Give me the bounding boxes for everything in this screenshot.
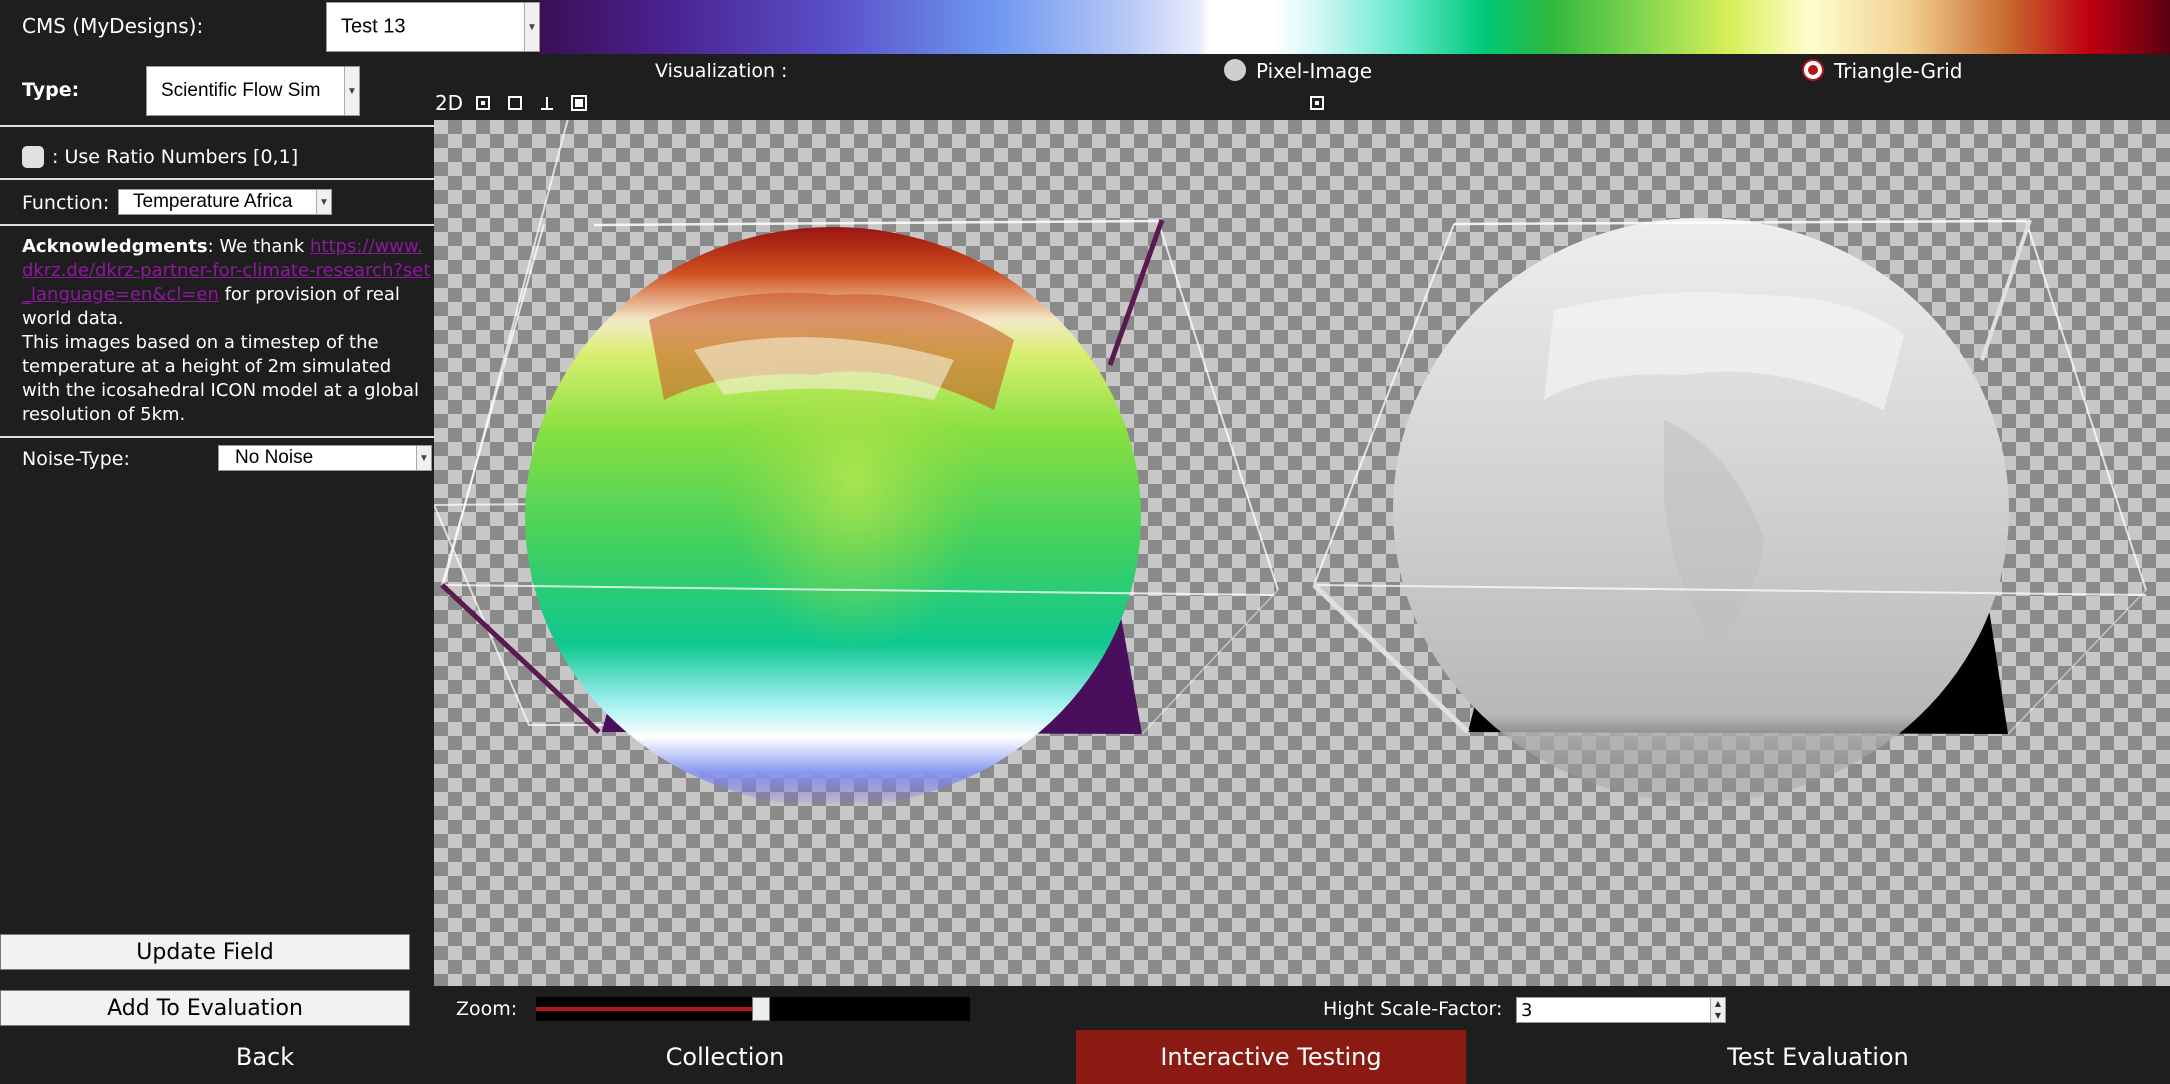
height-scale-label: Hight Scale-Factor: <box>1323 998 1503 1020</box>
zoom-label: Zoom: <box>456 998 518 1020</box>
function-select-value: Temperature Africa <box>133 191 293 212</box>
stepper-icon[interactable]: ▲ ▼ <box>1710 998 1725 1022</box>
chevron-down-icon: ▼ <box>416 446 431 470</box>
ratio-label: : Use Ratio Numbers [0,1] <box>52 146 299 168</box>
pixel-image-label: Pixel-Image <box>1256 59 1373 83</box>
noise-select-value: No Noise <box>235 447 314 468</box>
type-select[interactable]: Scientific Flow Sim ▼ <box>146 66 360 116</box>
nav-interactive-testing[interactable]: Interactive Testing <box>1076 1030 1466 1084</box>
colored-height-view <box>434 120 1279 807</box>
cms-select[interactable]: Test 13 ▼ <box>326 2 540 52</box>
chevron-down-icon: ▼ <box>344 67 359 115</box>
function-select[interactable]: Temperature Africa ▼ <box>118 189 332 215</box>
height-scale-input[interactable]: 3 ▲ ▼ <box>1516 997 1726 1023</box>
pixel-image-radio[interactable] <box>1224 59 1246 81</box>
acknowledgments: Acknowledgments: We thank https://www.dk… <box>22 235 432 427</box>
cms-label: CMS (MyDesigns): <box>22 14 204 38</box>
add-to-evaluation-button[interactable]: Add To Evaluation <box>0 990 410 1026</box>
grayscale-height-view <box>1312 218 2147 802</box>
nav-back[interactable]: Back <box>0 1030 530 1084</box>
chevron-down-icon: ▼ <box>316 190 331 214</box>
ack-description: This images based on a timestep of the t… <box>22 332 420 425</box>
triangle-grid-radio[interactable] <box>1802 59 1824 81</box>
noise-select[interactable]: No Noise ▼ <box>218 445 432 471</box>
axis-icon[interactable] <box>534 90 560 116</box>
mode-2d-button[interactable]: 2D <box>434 90 464 116</box>
radio-dot <box>1808 65 1818 75</box>
dot-square-icon[interactable] <box>1304 90 1330 116</box>
type-select-value: Scientific Flow Sim <box>161 80 321 101</box>
zoom-slider[interactable] <box>536 997 970 1021</box>
colormap-preview <box>540 0 2170 54</box>
noise-label: Noise-Type: <box>22 448 130 470</box>
square-icon[interactable] <box>502 90 528 116</box>
ack-heading: Acknowledgments <box>22 236 208 257</box>
dot-square-icon[interactable] <box>470 90 496 116</box>
divider <box>0 436 434 438</box>
cms-select-value: Test 13 <box>341 15 406 38</box>
filled-square-icon[interactable] <box>566 90 592 116</box>
triangle-grid-label: Triangle-Grid <box>1834 59 1963 83</box>
function-label: Function: <box>22 192 110 214</box>
divider <box>0 125 434 127</box>
visualization-label: Visualization : <box>655 60 788 82</box>
zoom-slider-thumb[interactable] <box>752 997 770 1021</box>
zoom-slider-fill <box>536 1007 761 1011</box>
divider <box>0 224 434 226</box>
chevron-down-icon: ▼ <box>524 3 539 51</box>
ratio-checkbox[interactable] <box>22 146 44 168</box>
height-scale-value: 3 <box>1521 1000 1533 1021</box>
type-label: Type: <box>22 79 80 101</box>
ack-prefix: : We thank <box>207 236 310 257</box>
nav-test-evaluation[interactable]: Test Evaluation <box>1466 1030 2170 1084</box>
divider <box>0 178 434 180</box>
render-canvas[interactable] <box>434 120 2170 986</box>
update-field-button[interactable]: Update Field <box>0 934 410 970</box>
nav-collection[interactable]: Collection <box>530 1030 920 1084</box>
